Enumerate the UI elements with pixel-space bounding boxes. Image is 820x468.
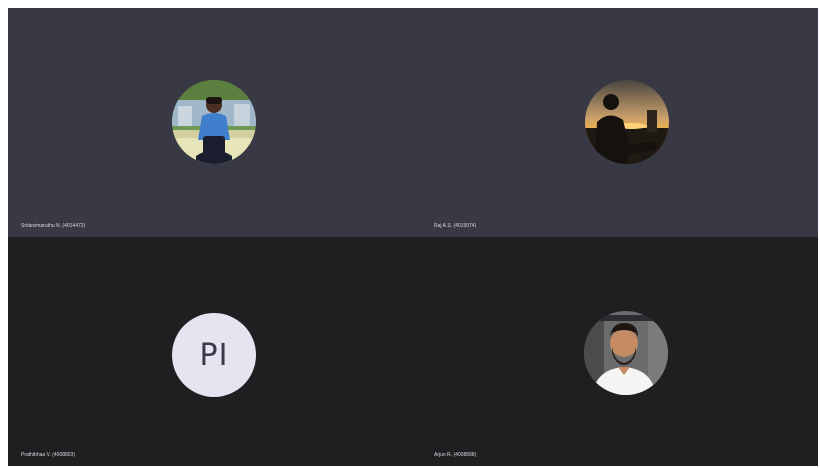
participant-name: Arjun R. (4008898)	[434, 452, 477, 458]
participant-tile-4[interactable]: Arjun R. (4008898)	[421, 237, 818, 466]
participant-tile-2[interactable]: Raj A.S. (4015074)	[421, 8, 818, 237]
person-photo-icon	[172, 80, 256, 164]
participant-avatar-photo	[585, 80, 669, 164]
video-grid: Sridevimaruthu N. (4014472) Raj A.S. (40…	[8, 8, 818, 466]
participant-name: Prathibhaa V. (4008803)	[21, 452, 76, 458]
participant-avatar-photo	[584, 311, 668, 395]
person-photo-icon	[584, 311, 668, 395]
participant-avatar-initials: PI	[172, 313, 256, 397]
participant-name: Sridevimaruthu N. (4014472)	[21, 223, 86, 229]
participant-avatar-photo	[172, 80, 256, 164]
participant-tile-1[interactable]: Sridevimaruthu N. (4014472)	[8, 8, 421, 237]
participant-tile-3[interactable]: PI Prathibhaa V. (4008803)	[8, 237, 421, 466]
participant-name: Raj A.S. (4015074)	[434, 223, 477, 229]
silhouette-photo-icon	[585, 80, 669, 164]
